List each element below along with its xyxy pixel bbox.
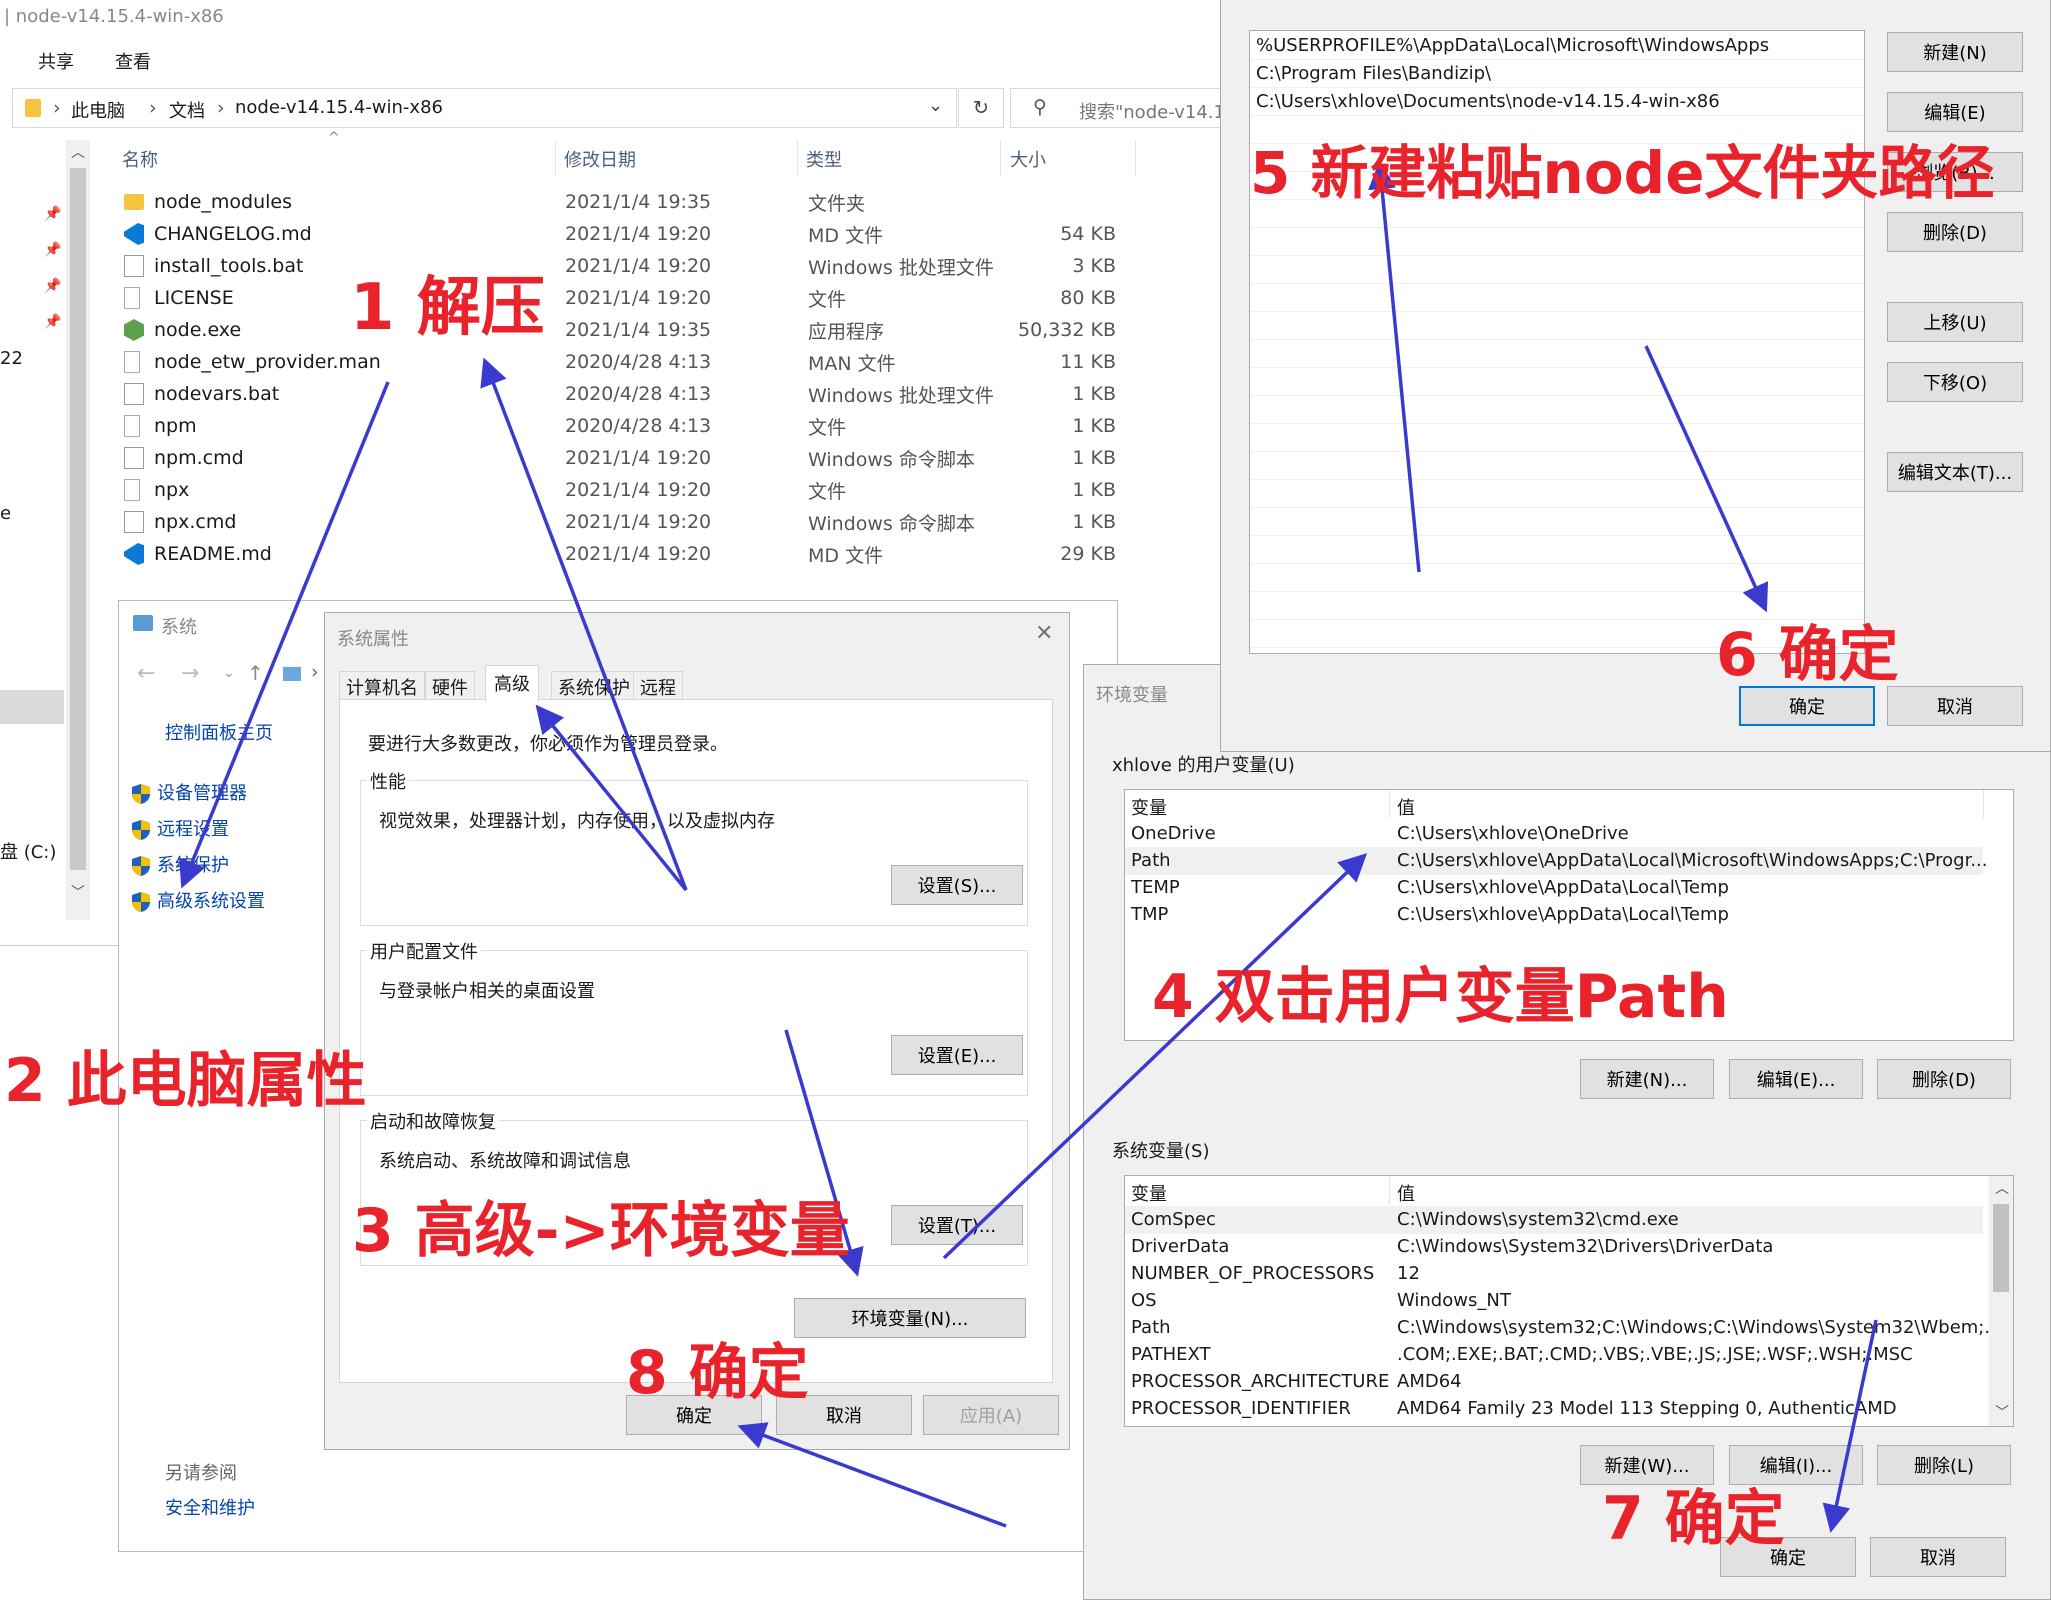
arrow-5 [1368, 161, 1421, 573]
annotation-step-7: 7 确定 [1602, 1484, 1785, 1554]
annotation-step-5: 5 新建粘贴node文件夹路径 [1250, 139, 1995, 207]
annotation-step-3: 3 高级->环境变量 [352, 1196, 850, 1266]
tab-advanced[interactable]: 高级 [485, 665, 539, 702]
annotation-step-8: 8 确定 [626, 1338, 809, 1408]
arrow-4 [942, 853, 1368, 1260]
annotation-arrows [178, 161, 1878, 1533]
arrow-3a [535, 704, 688, 892]
arrow-1 [480, 357, 688, 891]
annotation-step-2: 2 此电脑属性 [4, 1046, 367, 1116]
arrow-7 [1822, 1319, 1878, 1533]
arrow-2 [178, 381, 390, 889]
arrow-8 [737, 1422, 1007, 1528]
annotation-step-1: 1 解压 [350, 271, 545, 345]
annotation-step-6: 6 确定 [1716, 620, 1899, 690]
arrow-6 [1644, 345, 1769, 613]
annotation-step-4: 4 双击用户变量Path [1152, 962, 1729, 1032]
